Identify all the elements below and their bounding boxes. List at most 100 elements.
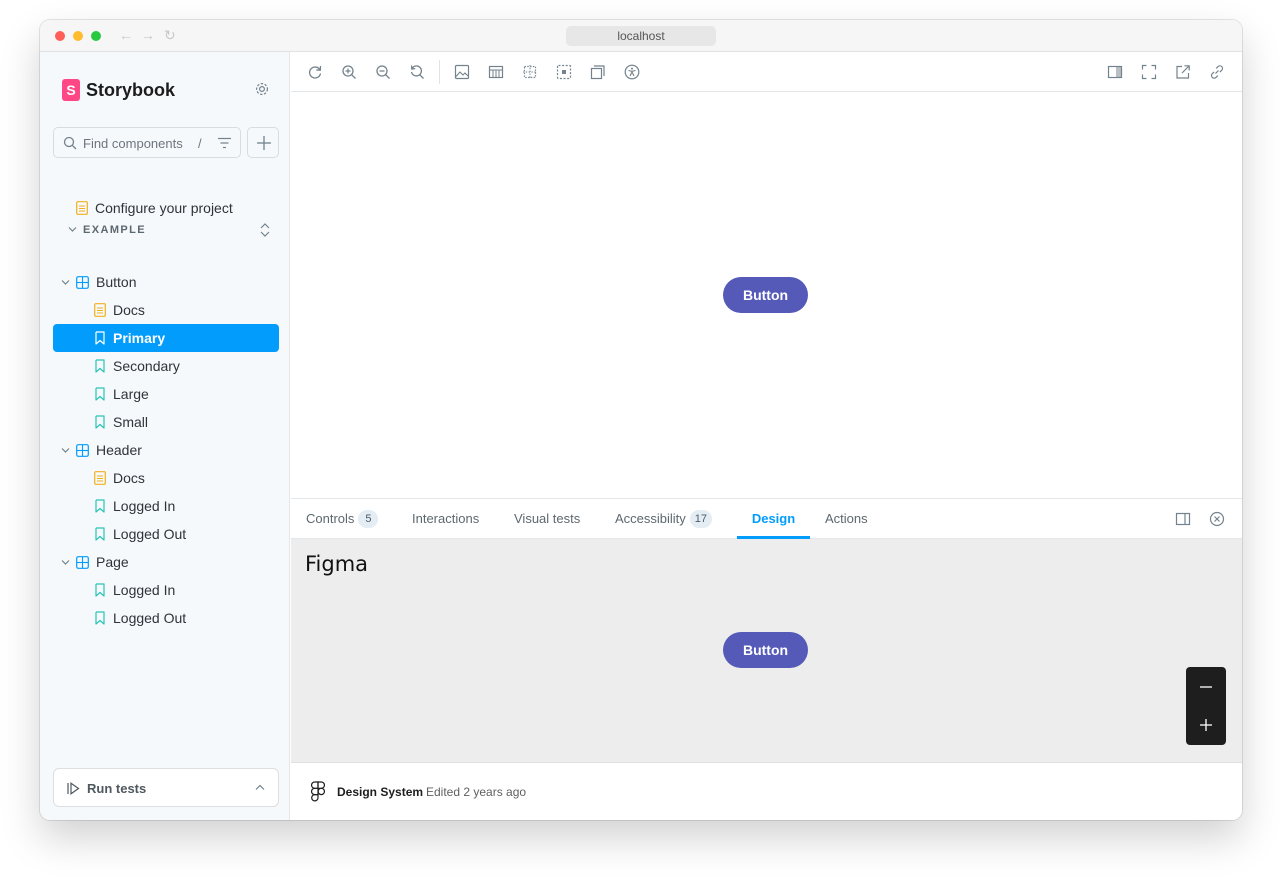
zoom-reset-icon[interactable] [409,64,425,80]
panel-orientation-icon[interactable] [1175,511,1191,527]
sidebar-item-label: Large [113,386,149,402]
sidebar-item-configure[interactable]: Configure your project [53,194,279,222]
zoom-out-minus-icon[interactable] [1199,680,1213,694]
url-bar[interactable]: localhost [566,26,716,46]
storybook-logo[interactable]: S Storybook [62,79,175,101]
open-new-tab-icon[interactable] [1175,64,1191,80]
panel-toggle-icon[interactable] [1107,64,1123,80]
accessibility-icon[interactable] [624,64,640,80]
search-shortcut: / [198,136,202,151]
chevron-down-icon[interactable] [61,279,70,286]
tab-controls[interactable]: Controls 5 [306,499,379,539]
tab-actions[interactable]: Actions [825,499,868,539]
fullscreen-icon[interactable] [1141,64,1157,80]
sidebar-item-label: Primary [113,330,166,346]
grid-icon[interactable] [488,64,504,80]
sidebar-item-secondary[interactable]: Secondary [53,352,279,380]
chevron-down-icon[interactable] [68,226,77,233]
sidebar: S Storybook Find components / Configure … [40,52,290,820]
sidebar-item-small[interactable]: Small [53,408,279,436]
controls-count-badge: 5 [358,510,379,528]
forward-arrow-icon[interactable]: → [141,27,155,43]
bookmark-icon [95,583,105,597]
sidebar-item-large[interactable]: Large [53,380,279,408]
figma-edited-time: Edited 2 years ago [426,785,527,799]
document-icon [94,303,106,317]
figma-zoom-controls [1186,667,1226,745]
sidebar-item-logged-out[interactable]: Logged Out [53,604,279,632]
sidebar-component-header[interactable]: Header [53,436,279,464]
tab-label: Visual tests [514,511,581,526]
sidebar-item-label: Configure your project [95,200,233,216]
search-icon [63,136,77,150]
reload-icon[interactable] [307,64,323,80]
sidebar-item-label: Docs [113,470,145,486]
tab-accessibility[interactable]: Accessibility 17 [615,499,713,539]
zoom-in-icon[interactable] [341,64,357,80]
figma-logo-icon [311,781,325,802]
component-icon [76,275,89,289]
close-panel-icon[interactable] [1209,511,1225,527]
section-heading[interactable]: EXAMPLE [83,224,146,236]
outline-icon[interactable] [556,64,572,80]
accessibility-count-badge: 17 [689,510,713,528]
figma-embed[interactable]: Figma Button [291,539,1242,762]
sidebar-item-logged-in[interactable]: Logged In [53,492,279,520]
settings-gear-icon[interactable] [254,81,270,97]
search-field[interactable]: Find components / [53,127,241,158]
tab-interactions[interactable]: Interactions [412,499,479,539]
sidebar-component-page[interactable]: Page [53,548,279,576]
filter-icon[interactable] [218,137,231,149]
search-placeholder: Find components [83,136,183,151]
document-icon [76,201,88,215]
addon-tab-bar: Controls 5 Interactions Visual tests Acce… [291,498,1242,539]
sidebar-item-label: Header [96,442,142,458]
sidebar-item-docs[interactable]: Docs [53,464,279,492]
tab-label: Actions [825,511,868,526]
figma-title: Figma [305,552,369,576]
chevron-down-icon[interactable] [61,447,70,454]
zoom-in-plus-icon[interactable] [1199,718,1213,732]
sidebar-item-primary[interactable]: Primary [53,324,279,352]
tab-design[interactable]: Design [737,499,810,539]
figma-file-name[interactable]: Design System [337,785,423,799]
tab-label: Interactions [412,511,480,526]
sidebar-item-label: Secondary [113,358,180,374]
figma-button-frame[interactable]: Button [723,632,808,668]
sidebar-item-docs[interactable]: Docs [53,296,279,324]
storybook-logo-icon: S [62,79,80,101]
addons-panel: Controls 5 Interactions Visual tests Acce… [291,498,1242,820]
preview-button[interactable]: Button [723,277,808,313]
viewport-icon[interactable] [590,64,606,80]
expand-collapse-icon[interactable] [259,222,271,238]
document-icon [94,471,106,485]
sidebar-item-logged-out[interactable]: Logged Out [53,520,279,548]
sidebar-item-label: Logged In [113,582,176,598]
run-tests-panel[interactable]: Run tests [53,768,279,807]
close-window-button[interactable] [55,31,65,41]
run-tests-label: Run tests [87,781,147,796]
sidebar-component-button[interactable]: Button [53,268,279,296]
plus-icon [257,136,271,150]
toolbar-divider [439,60,440,84]
browser-reload-icon[interactable]: ↻ [164,27,176,43]
background-image-icon[interactable] [454,64,470,80]
chevron-down-icon[interactable] [61,559,70,566]
measure-icon[interactable] [522,64,538,80]
copy-link-icon[interactable] [1209,64,1225,80]
sidebar-item-label: Docs [113,302,145,318]
minimize-window-button[interactable] [73,31,83,41]
bookmark-icon [95,611,105,625]
maximize-window-button[interactable] [91,31,101,41]
component-icon [76,443,89,457]
back-arrow-icon[interactable]: ← [119,27,133,43]
sidebar-item-logged-in[interactable]: Logged In [53,576,279,604]
component-icon [76,555,89,569]
chevron-up-icon[interactable] [255,784,265,791]
zoom-out-icon[interactable] [375,64,391,80]
sidebar-item-label: Small [113,414,149,430]
browser-window: ← → ↻ localhost S Storybook Find compone… [40,20,1242,820]
sidebar-item-label: Logged Out [113,526,187,542]
add-story-button[interactable] [247,127,279,158]
tab-visual-tests[interactable]: Visual tests [514,499,580,539]
